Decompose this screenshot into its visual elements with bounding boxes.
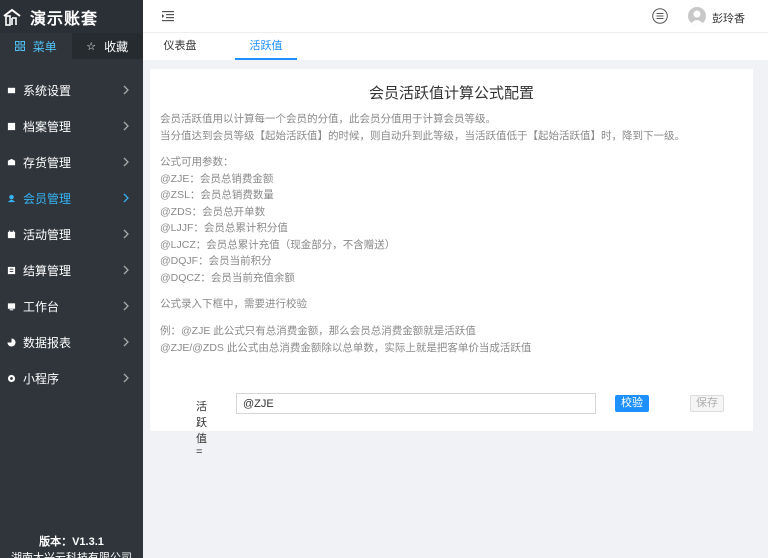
sidebar-tab-label: 菜单 — [32, 39, 57, 54]
sidebar-menu: 系统设置 档案管理 存货管理 会员管理 活动管理 结算管理 工作台 数据报表 小… — [0, 72, 143, 396]
examples: 例：@ZJE 此公式只有总消费金额，那么会员总消费金额就是活跃值 @ZJE/@Z… — [160, 323, 531, 356]
chevron-right-icon — [123, 121, 129, 131]
sidebar-item-reports[interactable]: 数据报表 — [0, 324, 143, 360]
chevron-right-icon — [123, 265, 129, 275]
chevron-right-icon — [123, 157, 129, 167]
check-button[interactable]: 校验 — [615, 395, 649, 412]
params-title: 公式可用参数： — [160, 156, 234, 168]
menu-circle-icon[interactable] — [652, 8, 668, 24]
sidebar-item-label: 工作台 — [23, 299, 60, 314]
intro-text: 会员活跃值用以计算每一个会员的分值，此会员分值用于计算会员等级。 当分值达到会员… — [160, 111, 685, 144]
sidebar-item-system-settings[interactable]: 系统设置 — [0, 72, 143, 108]
param-item: @DQCZ：会员当前充值余额 — [160, 271, 295, 284]
sidebar-tab-favorites[interactable]: ☆ 收藏 — [71, 33, 143, 59]
chevron-right-icon — [123, 85, 129, 95]
sidebar-item-member[interactable]: 会员管理 — [0, 180, 143, 216]
house-logo-icon — [3, 8, 21, 26]
brand-title: 演示账套 — [30, 10, 99, 28]
sidebar-footer: 版本：V1.3.1 湖南大兴云科技有限公司 — [0, 532, 143, 558]
param-item: @ZDS：会员总开单数 — [160, 205, 266, 218]
page-title: 会员活跃值计算公式配置 — [368, 85, 534, 102]
param-item: @DQJF：会员当前积分 — [160, 255, 272, 267]
sidebar-item-label: 档案管理 — [23, 119, 72, 134]
collapse-menu-icon[interactable] — [161, 9, 175, 23]
param-item: @LJCZ：会员总累计充值（现金部分，不含赠送） — [160, 238, 396, 251]
archive-icon — [7, 122, 16, 130]
chevron-right-icon — [123, 301, 129, 311]
company-name: 湖南大兴云科技有限公司 — [11, 552, 132, 558]
sidebar-item-label: 小程序 — [23, 371, 60, 386]
sidebar-item-label: 会员管理 — [23, 191, 72, 206]
settlement-icon — [7, 266, 16, 274]
sidebar-item-label: 系统设置 — [23, 83, 72, 98]
param-item: @LJJF：会员总累计积分值 — [160, 222, 288, 234]
save-button[interactable]: 保存 — [690, 395, 724, 412]
workbench-icon — [7, 302, 16, 310]
page-tabs: 仪表盘 活跃值 — [143, 33, 768, 60]
intro-line: 会员活跃值用以计算每一个会员的分值，此会员分值用于计算会员等级。 — [160, 113, 496, 125]
intro-line: 当分值达到会员等级【起始活跃值】的时候，则自动升到此等级，当活跃值低于【起始活跃… — [160, 129, 685, 142]
chevron-right-icon — [123, 193, 129, 203]
formula-input[interactable] — [236, 393, 596, 414]
sidebar-item-settlement[interactable]: 结算管理 — [0, 252, 143, 288]
activity-icon — [7, 229, 16, 238]
note-text: 公式录入下框中，需要进行校验 — [160, 298, 307, 310]
member-icon — [7, 194, 16, 202]
topbar: 彭玲香 — [143, 0, 768, 33]
sidebar-tabs: 菜单 ☆ 收藏 — [0, 33, 143, 59]
formula-config-card: 会员活跃值计算公式配置 会员活跃值用以计算每一个会员的分值，此会员分值用于计算会… — [150, 69, 753, 458]
report-icon — [7, 337, 16, 347]
sidebar: 演示账套 菜单 ☆ 收藏 系统设置 档案管理 存货管理 会员管理 活动管理 结算… — [0, 0, 143, 558]
chevron-right-icon — [123, 373, 129, 383]
params-list: 公式可用参数： @ZJE：会员总销费金额 @ZSL：会员总销费数量 @ZDS：会… — [160, 154, 395, 286]
sidebar-item-label: 存货管理 — [23, 155, 72, 170]
param-item: @ZJE：会员总销费金额 — [160, 172, 274, 185]
settings-icon — [7, 87, 16, 93]
miniprogram-icon — [7, 374, 16, 382]
sidebar-tab-label: 收藏 — [104, 39, 129, 54]
sidebar-item-workbench[interactable]: 工作台 — [0, 288, 143, 324]
inventory-icon — [7, 158, 16, 165]
formula-label: 活跃值= — [196, 401, 207, 458]
sidebar-item-label: 活动管理 — [23, 227, 72, 242]
brand: 演示账套 — [0, 0, 143, 33]
avatar[interactable] — [688, 7, 706, 25]
sidebar-tab-menu[interactable]: 菜单 — [0, 33, 72, 59]
chevron-right-icon — [123, 229, 129, 239]
sidebar-item-activity[interactable]: 活动管理 — [0, 216, 143, 252]
sidebar-item-label: 数据报表 — [23, 335, 72, 350]
sidebar-item-label: 结算管理 — [23, 263, 72, 278]
chevron-right-icon — [123, 337, 129, 347]
tab-dashboard[interactable]: 仪表盘 — [149, 33, 211, 60]
user-avatar-icon — [690, 10, 704, 25]
param-item: @ZSL：会员总销费数量 — [160, 189, 274, 201]
version-label: 版本：V1.3.1 — [39, 536, 104, 548]
example-line: @ZJE/@ZDS 此公式由总消费金额除以总单数，实际上就是把客单价当成活跃值 — [160, 341, 532, 354]
username[interactable]: 彭玲香 — [712, 10, 745, 26]
sidebar-item-archive[interactable]: 档案管理 — [0, 108, 143, 144]
star-icon: ☆ — [86, 40, 97, 53]
sidebar-item-inventory[interactable]: 存货管理 — [0, 144, 143, 180]
example-line: 例：@ZJE 此公式只有总消费金额，那么会员总消费金额就是活跃值 — [160, 325, 476, 337]
sidebar-item-miniprogram[interactable]: 小程序 — [0, 360, 143, 396]
tab-activity-value[interactable]: 活跃值 — [235, 33, 297, 60]
grid-icon — [14, 41, 25, 51]
